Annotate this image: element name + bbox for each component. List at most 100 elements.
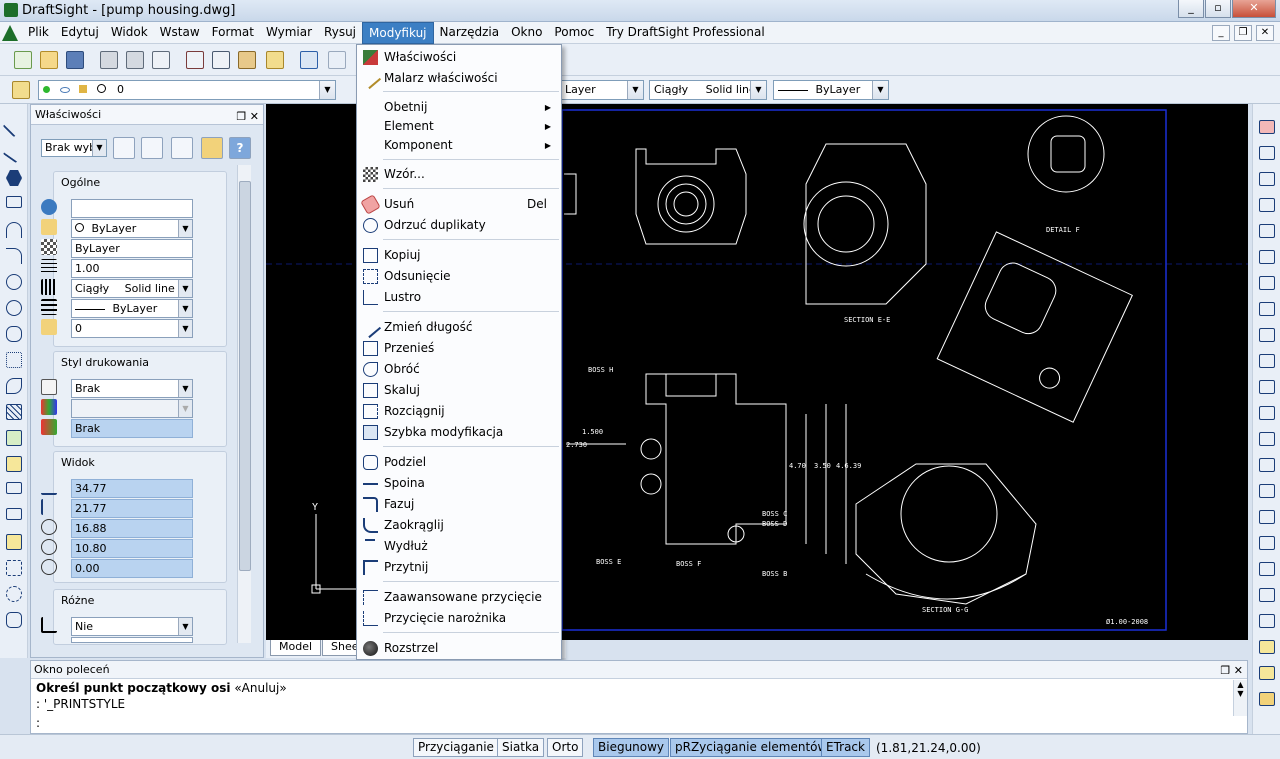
ortho-toggle[interactable]: Orto	[547, 738, 584, 757]
menu-view[interactable]: Widok	[105, 22, 154, 44]
menu-item-explode[interactable]: Rozstrzel	[357, 638, 561, 659]
menu-item-element-sub[interactable]: Element ▶	[357, 116, 561, 137]
chevron-down-icon[interactable]: ▼	[178, 320, 192, 337]
selection-combo[interactable]: Brak wyb ▼	[41, 139, 107, 157]
arc-tool-icon[interactable]	[6, 222, 22, 238]
stretch-tool-icon[interactable]	[1259, 328, 1275, 342]
curve-tool-icon[interactable]	[6, 378, 22, 394]
menu-item-extend[interactable]: Wydłuż	[357, 536, 561, 557]
tab-model[interactable]: Model	[270, 640, 322, 656]
chevron-down-icon[interactable]: ▼	[178, 280, 192, 297]
polygon-tool-icon[interactable]	[6, 170, 22, 186]
panel-float-icon[interactable]: ❐	[236, 110, 246, 123]
menu-item-stretch[interactable]: Rozciągnij	[357, 401, 561, 422]
command-input[interactable]: :	[36, 716, 40, 730]
linetype-combo[interactable]: Ciągły Solid line ▼	[649, 80, 767, 100]
menu-window[interactable]: Okno	[505, 22, 548, 44]
scale-tool-icon[interactable]	[1259, 302, 1275, 316]
save-icon[interactable]	[66, 51, 84, 69]
fillet-tool-icon[interactable]	[1259, 510, 1275, 524]
weld-tool-icon[interactable]	[1259, 458, 1275, 472]
join-tool-icon[interactable]	[1259, 562, 1275, 576]
move-tool-icon[interactable]	[1259, 250, 1275, 264]
simple-note-tool-icon[interactable]	[6, 508, 22, 520]
menu-item-scale[interactable]: Skaluj	[357, 380, 561, 401]
zoom-preview-icon[interactable]	[152, 51, 170, 69]
erase-tool-icon[interactable]	[1259, 120, 1275, 134]
layer-manager-icon[interactable]	[12, 81, 30, 99]
prop-layer[interactable]: ByLayer ▼	[71, 219, 193, 238]
chevron-down-icon[interactable]: ▼	[319, 81, 335, 99]
menu-insert[interactable]: Wstaw	[154, 22, 206, 44]
prop-print-table[interactable]: ▼	[71, 399, 193, 418]
rectangle-tool-icon[interactable]	[6, 196, 22, 208]
prop-lineweight[interactable]: ByLayer ▼	[71, 299, 193, 318]
chevron-down-icon[interactable]: ▼	[750, 81, 766, 99]
prop-print-attached[interactable]: Brak	[71, 419, 193, 438]
doc-restore-button[interactable]: ❐	[1234, 25, 1252, 41]
menu-item-quick-modify[interactable]: Szybka modyfikacja	[357, 422, 561, 443]
prop-view-width[interactable]: 34.77	[71, 479, 193, 498]
menu-item-trim[interactable]: Przytnij	[357, 557, 561, 578]
settings-button[interactable]	[201, 137, 223, 159]
table-tool-icon[interactable]	[6, 534, 22, 550]
rotate-tool-icon[interactable]	[1259, 276, 1275, 290]
chevron-down-icon[interactable]: ▼	[92, 140, 106, 156]
chevron-down-icon[interactable]: ▼	[178, 400, 192, 417]
entity-snap-toggle[interactable]: pRZyciąganie elementów	[670, 738, 833, 757]
line-tool-icon[interactable]	[2, 114, 26, 138]
prop-layer-name[interactable]: 0 ▼	[71, 319, 193, 338]
grid-toggle[interactable]: Siatka	[497, 738, 545, 757]
copy-toolbar-icon[interactable]	[212, 51, 230, 69]
menu-try-professional[interactable]: Try DraftSight Professional	[600, 22, 770, 44]
prop-center-x[interactable]: 16.88	[71, 519, 193, 538]
paste-icon[interactable]	[238, 51, 256, 69]
toggle-pickadd-button[interactable]	[171, 137, 193, 159]
prop-ucs-origin[interactable]: Tak	[71, 637, 193, 643]
undo-icon[interactable]	[300, 51, 318, 69]
copy-tool-icon[interactable]	[1259, 146, 1275, 160]
menu-item-pattern[interactable]: Wzór...	[357, 164, 561, 185]
prop-print-style[interactable]: Brak ▼	[71, 379, 193, 398]
menu-item-property-painter[interactable]: Malarz właściwości	[357, 67, 561, 90]
hatch-tool-icon[interactable]	[6, 404, 22, 420]
help-icon[interactable]: ?	[229, 137, 251, 159]
hatch-edit-tool-icon[interactable]	[1259, 640, 1275, 654]
menu-item-split[interactable]: Podziel	[357, 452, 561, 473]
color-combo[interactable]: Layer ▼	[560, 80, 644, 100]
spline-tool-icon[interactable]	[6, 326, 22, 342]
quick-select-button[interactable]	[113, 137, 135, 159]
prop-transparency[interactable]: ByLayer	[71, 239, 193, 258]
pattern-tool-icon[interactable]	[1259, 224, 1275, 238]
chevron-down-icon[interactable]: ▼	[872, 81, 888, 99]
chevron-down-icon[interactable]: ▼	[178, 300, 192, 317]
close-button[interactable]: ✕	[1232, 0, 1276, 18]
chevron-down-icon[interactable]: ▼	[178, 618, 192, 635]
doc-minimize-button[interactable]: _	[1212, 25, 1230, 41]
prop-center-z[interactable]: 0.00	[71, 559, 193, 578]
menu-item-move[interactable]: Przenieś	[357, 338, 561, 359]
match-properties-icon[interactable]	[266, 51, 284, 69]
chamfer-tool-icon[interactable]	[1259, 484, 1275, 498]
infinite-line-tool-icon[interactable]	[2, 140, 26, 164]
chevron-down-icon[interactable]: ▼	[178, 220, 192, 237]
wipeout-tool-icon[interactable]	[6, 586, 22, 602]
menu-item-delete[interactable]: Usuń Del	[357, 194, 561, 215]
menu-item-corner-trim[interactable]: Przycięcie narożnika	[357, 608, 561, 629]
prop-linetype-scale[interactable]: 1.00	[71, 259, 193, 278]
point-tool-icon[interactable]	[6, 352, 22, 368]
menu-item-copy[interactable]: Kopiuj	[357, 245, 561, 266]
menu-item-mirror[interactable]: Lustro	[357, 287, 561, 308]
menu-tools[interactable]: Narzędzia	[434, 22, 506, 44]
corner-trim-tool-icon[interactable]	[1259, 614, 1275, 628]
chevron-down-icon[interactable]: ▼	[627, 81, 643, 99]
menu-item-fillet[interactable]: Zaokrąglij	[357, 515, 561, 536]
command-prompt-option[interactable]: «Anuluj»	[231, 681, 286, 695]
layer-combo[interactable]: 0 ▼	[38, 80, 336, 100]
snap-toggle[interactable]: Przyciąganie	[413, 738, 499, 757]
select-objects-button[interactable]	[141, 137, 163, 159]
extend-tool-icon[interactable]	[1259, 406, 1275, 420]
offset-tool-icon[interactable]	[1259, 198, 1275, 212]
panel-close-icon[interactable]: ✕	[1234, 664, 1243, 677]
lineweight-combo[interactable]: ByLayer ▼	[773, 80, 889, 100]
